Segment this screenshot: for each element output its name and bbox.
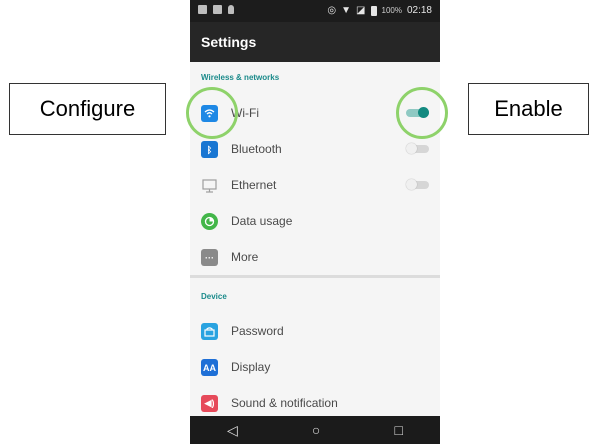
bluetooth-icon: ᛒ <box>201 141 218 158</box>
clock: 02:18 <box>406 5 432 16</box>
settings-item-data-usage[interactable]: Data usage <box>190 203 440 239</box>
settings-item-label: Bluetooth <box>231 142 282 156</box>
battery-icon <box>370 5 377 16</box>
section-divider <box>190 275 440 278</box>
recents-button-icon[interactable]: □ <box>394 422 402 438</box>
enable-callout: Enable <box>468 83 589 135</box>
section-header-wireless: Wireless & networks <box>201 73 280 82</box>
status-bar: ◎ ▼ ◪ 100% 02:18 <box>190 0 440 22</box>
home-button-icon[interactable]: ○ <box>312 422 320 438</box>
battery-percent: 100% <box>381 6 402 15</box>
settings-item-label: More <box>231 250 259 264</box>
settings-item-more[interactable]: ··· More <box>190 239 440 275</box>
navigation-bar: ◁ ○ □ <box>190 416 440 444</box>
settings-item-label: Data usage <box>231 214 293 228</box>
back-button-icon[interactable]: ◁ <box>227 422 238 439</box>
settings-item-label: Password <box>231 324 284 338</box>
settings-item-ethernet[interactable]: Ethernet <box>190 167 440 203</box>
notification-icon <box>198 5 207 14</box>
cell-signal-icon: ◪ <box>356 4 366 16</box>
phone-screen: ◎ ▼ ◪ 100% 02:18 Settings Wireless & net… <box>190 0 440 444</box>
wifi-signal-icon: ▼ <box>341 4 352 16</box>
sync-icon: ◎ <box>327 4 337 16</box>
settings-item-label: Ethernet <box>231 178 277 192</box>
page-title: Settings <box>201 34 257 50</box>
ethernet-icon <box>201 177 218 194</box>
notification-icon <box>213 5 222 14</box>
sound-icon: ◀) <box>201 395 218 412</box>
settings-item-label: Display <box>231 360 271 374</box>
data-usage-icon <box>201 213 218 230</box>
settings-item-password[interactable]: Password <box>190 313 440 349</box>
more-icon: ··· <box>201 249 218 266</box>
display-icon: AA <box>201 359 218 376</box>
toggle-highlight-circle <box>396 87 448 139</box>
enable-callout-label: Enable <box>494 96 563 121</box>
wifi-highlight-circle <box>186 87 238 139</box>
ethernet-toggle[interactable] <box>406 179 429 190</box>
configure-callout: Configure <box>9 83 166 135</box>
settings-item-label: Sound & notification <box>231 396 338 410</box>
settings-item-display[interactable]: AA Display <box>190 349 440 385</box>
configure-callout-label: Configure <box>39 96 136 121</box>
password-icon <box>201 323 218 340</box>
bluetooth-toggle[interactable] <box>406 143 429 154</box>
app-bar: Settings <box>190 22 440 62</box>
settings-item-bluetooth[interactable]: ᛒ Bluetooth <box>190 131 440 167</box>
section-header-device: Device <box>201 292 227 301</box>
location-icon <box>228 5 234 14</box>
